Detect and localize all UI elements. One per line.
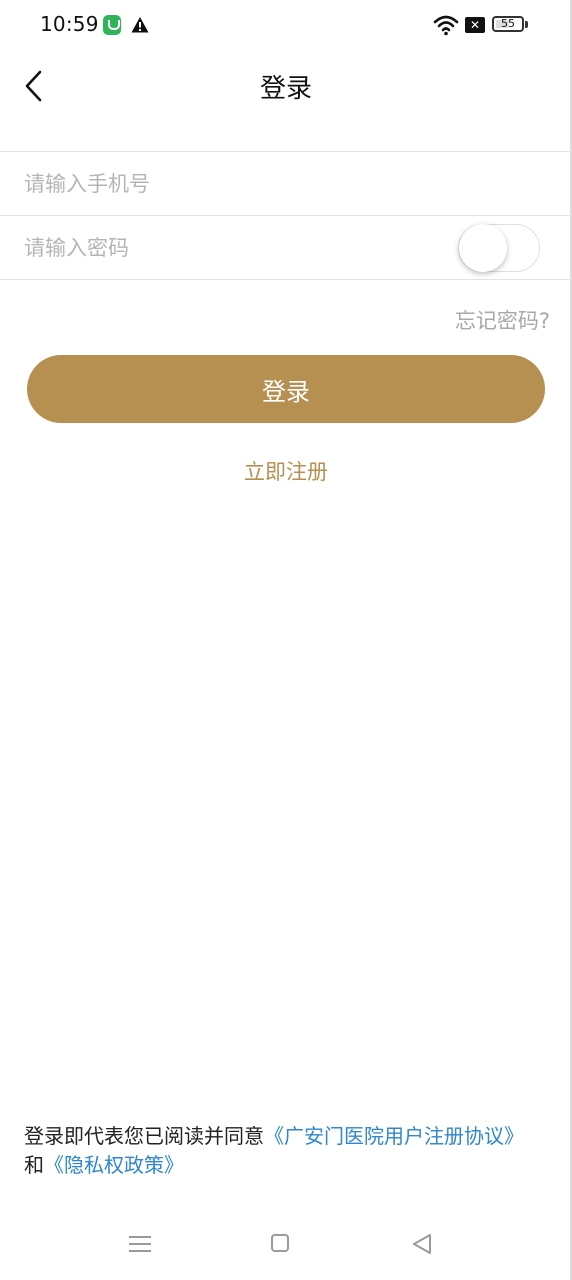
login-button[interactable]: 登录 bbox=[27, 355, 545, 423]
system-navigation-bar bbox=[0, 1218, 572, 1272]
back-triangle-icon[interactable] bbox=[411, 1232, 433, 1256]
menu-icon[interactable] bbox=[129, 1234, 151, 1254]
forgot-password-link[interactable]: 忘记密码? bbox=[455, 305, 550, 335]
page-title: 登录 bbox=[259, 74, 312, 104]
toggle-knob bbox=[459, 224, 507, 272]
battery-icon: 55 bbox=[492, 16, 524, 32]
status-time: 10:59 bbox=[40, 12, 99, 36]
app-notification-icon bbox=[103, 15, 121, 35]
password-input[interactable] bbox=[24, 216, 444, 279]
wifi-icon bbox=[433, 15, 459, 36]
home-icon[interactable] bbox=[271, 1234, 289, 1252]
phone-row bbox=[0, 152, 572, 215]
privacy-policy-link[interactable]: 《隐私权政策》 bbox=[44, 1153, 184, 1177]
register-link[interactable]: 立即注册 bbox=[0, 456, 572, 486]
agreement-prefix: 登录即代表您已阅读并同意 bbox=[24, 1124, 264, 1148]
battery-percentage: 55 bbox=[501, 17, 515, 30]
sim-off-icon: ✕ bbox=[465, 17, 485, 33]
agreement-text: 登录即代表您已阅读并同意《广安门医院用户注册协议》和《隐私权政策》 bbox=[24, 1122, 534, 1180]
status-bar: 10:59 ✕ 55 bbox=[0, 0, 572, 52]
warning-icon bbox=[131, 17, 149, 33]
agreement-conjunction: 和 bbox=[24, 1153, 44, 1177]
battery-tip bbox=[525, 21, 528, 28]
divider bbox=[0, 279, 572, 280]
show-password-toggle[interactable] bbox=[458, 224, 540, 272]
phone-input[interactable] bbox=[24, 152, 444, 215]
user-agreement-link[interactable]: 《广安门医院用户注册协议》 bbox=[264, 1124, 524, 1148]
password-row bbox=[0, 216, 572, 279]
